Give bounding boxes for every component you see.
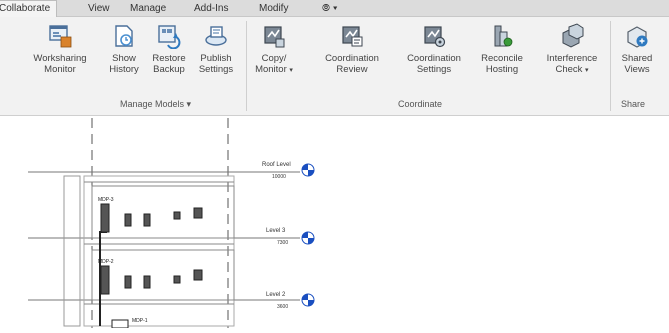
equipment-tag-label: MDP-2 — [98, 259, 114, 265]
svg-text:Level 2: Level 2 — [266, 292, 286, 298]
panel-label-coordinate: Coordinate — [398, 99, 443, 109]
interference-check-caret-icon: ▾ — [585, 67, 589, 74]
svg-text:7300: 7300 — [277, 240, 288, 246]
publish-settings-button[interactable]: Publish Settings — [193, 23, 239, 75]
tab-view[interactable]: View — [88, 1, 110, 16]
level-head-roof[interactable]: Roof Level 10000 — [262, 162, 315, 180]
panel-divider — [246, 21, 247, 111]
tab-manage[interactable]: Manage — [130, 1, 166, 16]
panel-label-share: Share — [621, 99, 646, 109]
coordination-review-icon — [342, 26, 363, 47]
worksharing-monitor-button[interactable]: Worksharing Monitor — [22, 23, 98, 75]
tab-overflow-dropdown[interactable]: ⦾ ▾ — [322, 1, 338, 16]
show-history-icon — [115, 25, 133, 47]
copy-monitor-icon — [264, 26, 285, 48]
svg-text:Roof Level: Roof Level — [262, 162, 291, 168]
reconcile-hosting-button[interactable]: Reconcile Hosting — [473, 23, 531, 75]
panel-divider — [610, 21, 611, 111]
shared-views-button[interactable]: Shared Views — [614, 23, 660, 75]
svg-text:3600: 3600 — [277, 304, 288, 310]
worksharing-monitor-icon — [49, 25, 72, 48]
equipment-tag-label: MDP-3 — [98, 197, 114, 203]
shared-views-icon — [627, 26, 648, 48]
publish-settings-icon — [205, 26, 227, 46]
level-head-level-2[interactable]: Level 2 3600 — [266, 292, 315, 310]
elevation-view: MDP-3 MDP-2 MDP-1 Roof Level 10000 Level… — [28, 118, 315, 329]
tab-collaborate[interactable]: Collaborate — [0, 0, 58, 17]
restore-backup-icon — [158, 25, 181, 49]
equipment-row[interactable]: MDP-2 — [98, 259, 203, 295]
reconcile-hosting-icon — [494, 25, 513, 47]
copy-monitor-button[interactable]: Copy/ Monitor ▾ — [252, 23, 296, 76]
ribbon: Worksharing Monitor Show History Restore… — [0, 17, 669, 116]
level-head-level-3[interactable]: Level 3 7300 — [266, 228, 315, 246]
coordination-settings-icon — [424, 26, 446, 48]
copy-monitor-caret-icon: ▾ — [289, 67, 293, 74]
tab-add-ins[interactable]: Add-Ins — [194, 1, 228, 16]
equipment-row[interactable]: MDP-3 — [98, 197, 203, 233]
show-history-button[interactable]: Show History — [103, 23, 145, 75]
panel-label-manage-models[interactable]: Manage Models ▾ — [120, 99, 191, 110]
ribbon-tab-bar: Collaborate View Manage Add-Ins Modify ⦾… — [0, 0, 669, 17]
restore-backup-button[interactable]: Restore Backup — [147, 23, 191, 75]
svg-text:10000: 10000 — [272, 174, 286, 180]
interference-check-button[interactable]: Interference Check ▾ — [537, 23, 607, 76]
coordination-settings-button[interactable]: Coordination Settings — [396, 23, 472, 75]
equipment-tag-label: MDP-1 — [132, 318, 148, 324]
coordination-review-button[interactable]: Coordination Review — [314, 23, 390, 75]
svg-text:Level 3: Level 3 — [266, 228, 286, 234]
drawing-canvas[interactable]: MDP-3 MDP-2 MDP-1 Roof Level 10000 Level… — [0, 116, 669, 329]
interference-check-icon — [562, 23, 584, 48]
tab-modify[interactable]: Modify — [259, 1, 288, 16]
